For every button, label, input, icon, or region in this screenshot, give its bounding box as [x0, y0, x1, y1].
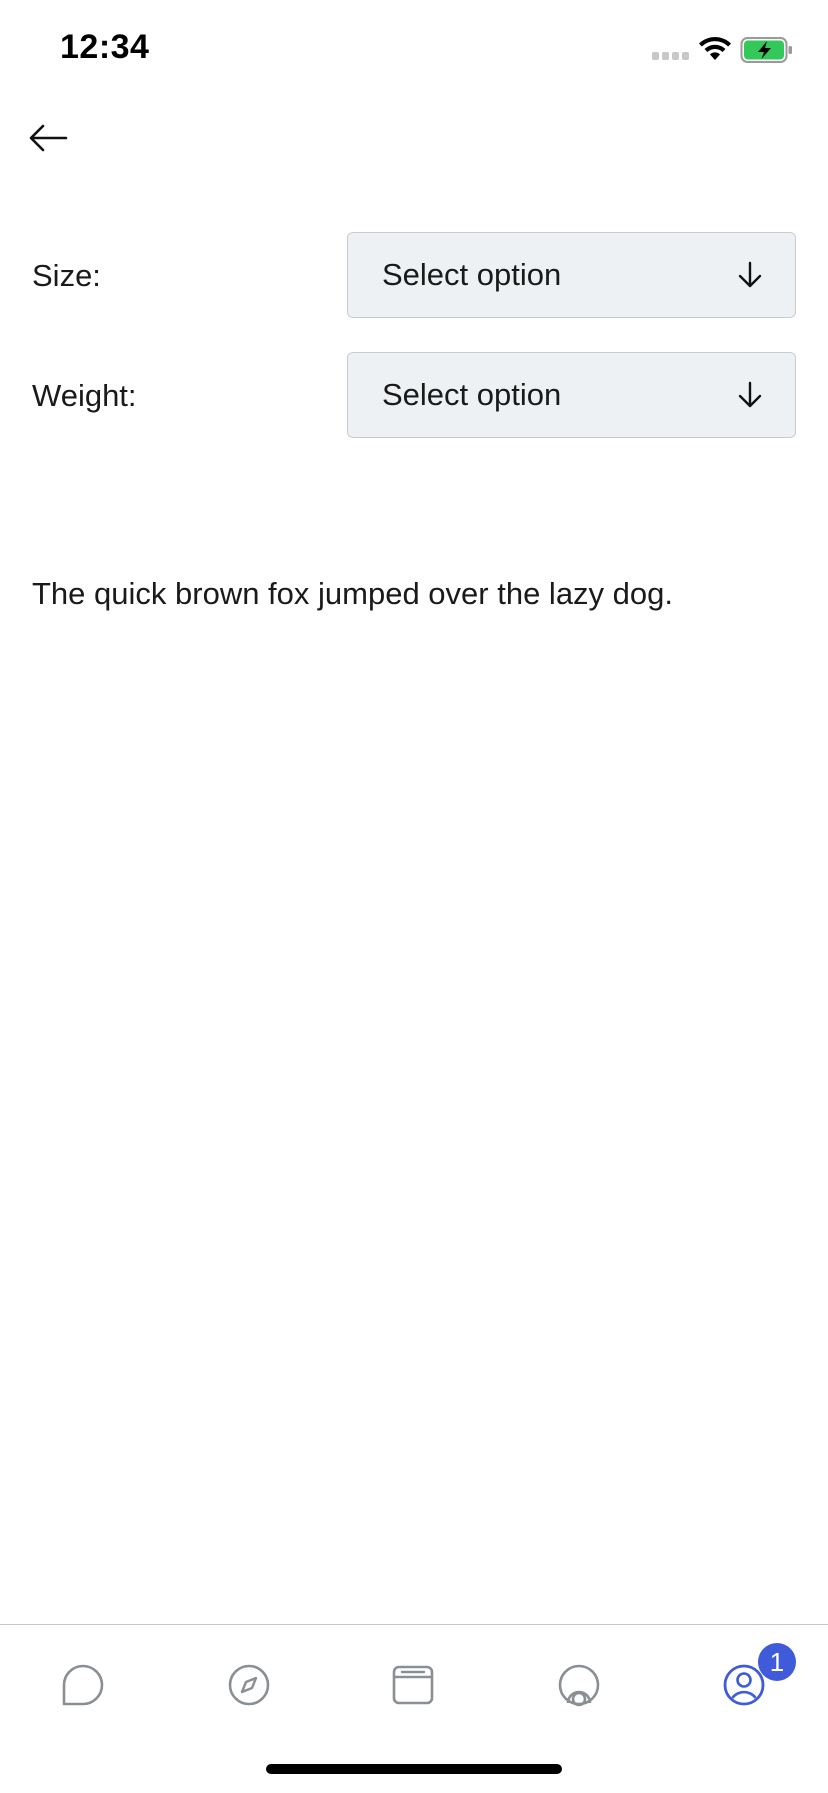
arrow-down-icon: [738, 381, 762, 408]
weight-label: Weight:: [32, 378, 137, 413]
size-select-value: Select option: [382, 257, 562, 292]
status-time: 12:34: [60, 28, 150, 66]
size-select[interactable]: Select option: [347, 232, 796, 318]
body-text: The quick brown fox jumped over the lazy…: [32, 576, 674, 611]
weight-row: Weight: Select option: [0, 352, 828, 440]
weight-select-value: Select option: [382, 377, 562, 412]
weight-select[interactable]: Select option: [347, 352, 796, 438]
home-indicator: [266, 1764, 562, 1774]
notification-badge: 1: [758, 1643, 796, 1681]
wifi-icon: [699, 37, 731, 60]
cellular-signal-icon: [652, 52, 689, 60]
size-label: Size:: [32, 258, 101, 293]
chat-bubble-icon: [62, 1664, 104, 1706]
tab-explore[interactable]: [219, 1655, 279, 1715]
size-row: Size: Select option: [0, 232, 828, 320]
compass-icon: [228, 1664, 270, 1706]
arrow-down-icon: [738, 261, 762, 288]
back-button[interactable]: [26, 116, 70, 160]
browser-window-icon: [392, 1665, 434, 1705]
tab-chat[interactable]: [53, 1655, 113, 1715]
arrow-left-icon: [29, 124, 68, 152]
tab-broadcast[interactable]: [549, 1655, 609, 1715]
status-bar: 12:34: [0, 0, 828, 100]
signal-icon: [558, 1664, 600, 1707]
battery-charging-icon: [740, 37, 792, 63]
tab-browser[interactable]: [383, 1655, 443, 1715]
